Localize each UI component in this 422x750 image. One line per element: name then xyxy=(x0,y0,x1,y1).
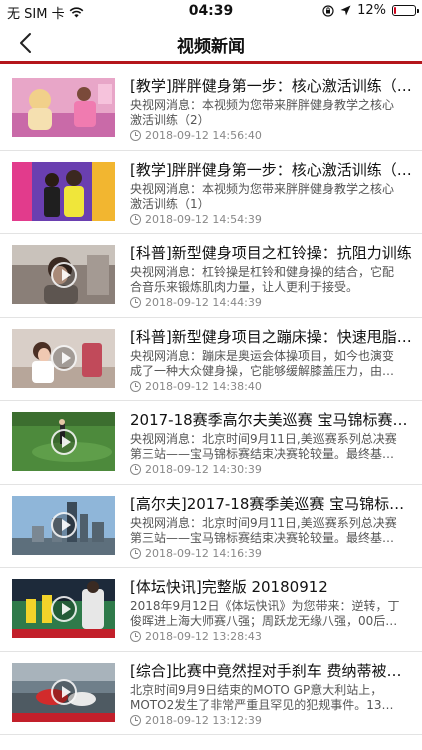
item-time: 2018-09-12 14:44:39 xyxy=(145,296,262,309)
item-timestamp: 2018-09-12 14:16:39 xyxy=(130,547,262,560)
clock-icon xyxy=(130,297,141,308)
video-thumbnail xyxy=(12,495,115,555)
play-icon xyxy=(50,345,77,371)
item-timestamp: 2018-09-12 14:56:40 xyxy=(130,129,262,142)
video-thumbnail xyxy=(12,161,115,221)
item-title: [教学]胖胖健身第一步：核心激活训练（1) xyxy=(130,160,412,179)
video-news-list: [教学]胖胖健身第一步：核心激活训练（2） 央视网消息：本视频为您带来胖胖健身教… xyxy=(0,67,422,750)
item-timestamp: 2018-09-12 13:28:43 xyxy=(130,630,262,643)
item-timestamp: 2018-09-12 14:44:39 xyxy=(130,296,262,309)
orientation-lock-icon xyxy=(322,4,334,17)
item-description: 北京时间9月9日结束的MOTO GP意大利站上，MOTO2发生了非常严重且罕见的… xyxy=(130,682,394,712)
list-item[interactable]: [体坛快讯]完整版 20180912 2018年9月12日《体坛快讯》为您带来：… xyxy=(0,568,422,652)
battery-percent: 12% xyxy=(357,3,386,18)
clock-icon xyxy=(130,380,141,392)
list-item-partial[interactable] xyxy=(0,735,422,750)
item-timestamp: 2018-09-12 14:38:40 xyxy=(130,380,262,393)
status-right: 12% xyxy=(322,3,419,18)
location-icon xyxy=(340,5,351,16)
status-bar: 无 SIM 卡 04:39 12% xyxy=(0,0,422,22)
item-timestamp: 2018-09-12 13:12:39 xyxy=(130,714,262,727)
video-thumbnail xyxy=(12,245,115,304)
clock-icon xyxy=(130,547,141,559)
item-title: 2017-18赛季高尔夫美巡赛 宝马锦标赛集锦 xyxy=(130,411,412,429)
clock-icon xyxy=(130,631,141,642)
navigation-bar: 视频新闻 xyxy=(0,22,422,64)
list-item[interactable]: [科普]新型健身项目之杠铃操：抗阻力训练 央视网消息：杠铃操是杠铃和健身操的结合… xyxy=(0,234,422,318)
chevron-left-icon xyxy=(20,33,31,53)
list-item[interactable]: 2017-18赛季高尔夫美巡赛 宝马锦标赛集锦 央视网消息：北京时间9月11日,… xyxy=(0,401,422,485)
item-time: 2018-09-12 14:30:39 xyxy=(145,463,262,476)
battery-level xyxy=(394,7,396,14)
play-icon xyxy=(50,261,77,288)
video-thumbnail xyxy=(12,662,115,722)
video-thumbnail xyxy=(12,78,115,137)
item-time: 2018-09-12 13:12:39 xyxy=(145,713,262,727)
back-button[interactable] xyxy=(14,30,42,56)
video-thumbnail xyxy=(12,579,115,638)
play-icon xyxy=(50,679,77,705)
clock-icon xyxy=(130,130,141,141)
item-description: 央视网消息：本视频为您带来胖胖健身教学之核心激活训练（1） xyxy=(130,181,395,211)
clock-icon xyxy=(130,714,141,726)
item-time: 2018-09-12 14:16:39 xyxy=(145,546,262,560)
item-title: [综合]比赛中竟然捏对手刹车 费纳蒂被开除 xyxy=(130,661,412,680)
item-title: [教学]胖胖健身第一步：核心激活训练（2） xyxy=(130,77,412,95)
item-title: [体坛快讯]完整版 20180912 xyxy=(130,578,328,596)
list-item[interactable]: [综合]比赛中竟然捏对手刹车 费纳蒂被开除 北京时间9月9日结束的MOTO GP… xyxy=(0,652,422,735)
item-description: 央视网消息：北京时间9月11日,美巡赛系列总决赛第三站——宝马锦标赛结束决赛轮较… xyxy=(130,515,398,545)
video-thumbnail xyxy=(12,328,115,388)
video-thumbnail xyxy=(12,746,115,750)
play-icon xyxy=(50,512,77,538)
item-description: 2018年9月12日《体坛快讯》为您带来：逆转，丁俊晖进上海大师赛八强；周跃龙无… xyxy=(130,599,400,628)
item-title: [科普]新型健身项目之杠铃操：抗阻力训练 xyxy=(130,244,412,262)
item-title: [高尔夫]2017-18赛季美巡赛 宝马锦标赛决赛轮 xyxy=(130,494,412,513)
item-description: 央视网消息：本视频为您带来胖胖健身教学之核心激活训练（2） xyxy=(130,98,395,127)
battery-icon xyxy=(392,5,419,16)
item-description: 央视网消息：蹦床是奥运会体操项目，如今也演变成了一种大众健身操，它能够缓解膝盖压… xyxy=(130,348,395,378)
list-item[interactable]: [高尔夫]2017-18赛季美巡赛 宝马锦标赛决赛轮 央视网消息：北京时间9月1… xyxy=(0,485,422,568)
item-timestamp: 2018-09-12 14:54:39 xyxy=(130,213,262,226)
item-description: 央视网消息：杠铃操是杠铃和健身操的结合，它配合音乐来锻炼肌肉力量，让人更利于接受… xyxy=(130,265,395,294)
item-time: 2018-09-12 14:38:40 xyxy=(145,379,262,393)
item-time: 2018-09-12 14:54:39 xyxy=(145,212,262,226)
clock-icon xyxy=(130,213,141,225)
item-timestamp: 2018-09-12 14:30:39 xyxy=(130,463,262,476)
item-time: 2018-09-12 13:28:43 xyxy=(145,630,262,643)
item-description: 央视网消息：北京时间9月11日,美巡赛系列总决赛第三站——宝马锦标赛结束决赛轮较… xyxy=(130,432,398,461)
page-title: 视频新闻 xyxy=(177,37,245,57)
list-item[interactable]: [教学]胖胖健身第一步：核心激活训练（1) 央视网消息：本视频为您带来胖胖健身教… xyxy=(0,151,422,234)
video-thumbnail xyxy=(12,412,115,471)
item-title: [科普]新型健身项目之蹦床操：快速甩脂燃烧 xyxy=(130,327,412,346)
item-time: 2018-09-12 14:56:40 xyxy=(145,129,262,142)
clock-icon xyxy=(130,464,141,475)
play-icon xyxy=(50,428,77,455)
play-icon xyxy=(50,595,77,622)
list-item[interactable]: [科普]新型健身项目之蹦床操：快速甩脂燃烧 央视网消息：蹦床是奥运会体操项目，如… xyxy=(0,318,422,401)
list-item[interactable]: [教学]胖胖健身第一步：核心激活训练（2） 央视网消息：本视频为您带来胖胖健身教… xyxy=(0,67,422,151)
